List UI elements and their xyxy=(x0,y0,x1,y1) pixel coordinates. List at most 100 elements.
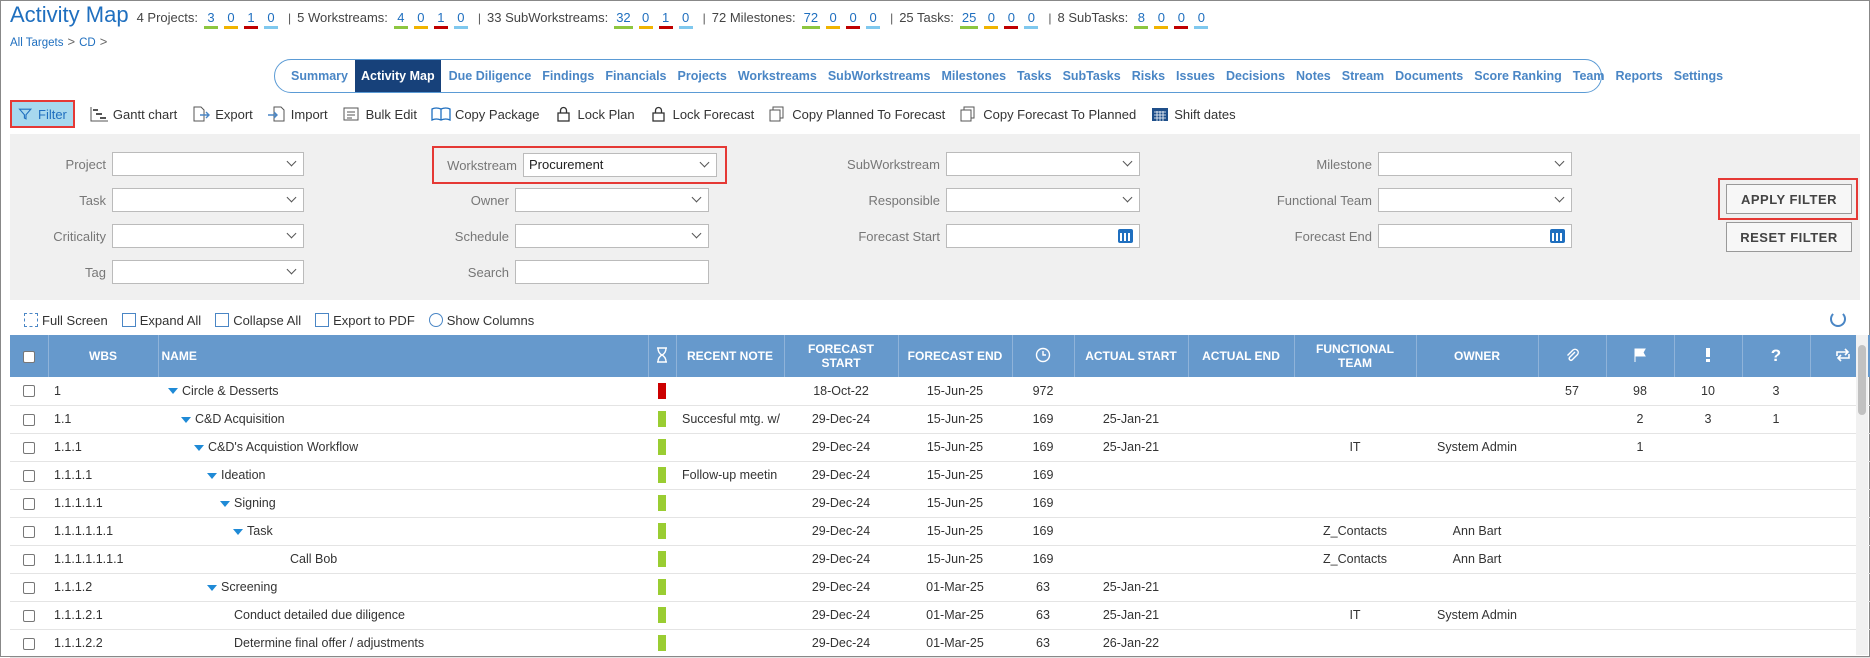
stat-count[interactable]: 0 xyxy=(826,10,841,29)
flags-count-cell[interactable]: 2 xyxy=(1606,405,1674,434)
subworkstream-select[interactable] xyxy=(946,152,1140,176)
col-actual-end[interactable]: ACTUAL END xyxy=(1188,335,1295,377)
stat-count[interactable]: 0 xyxy=(866,10,881,29)
table-row[interactable]: 1.1.1.1 Ideation Follow-up meetin 29-Dec-24… xyxy=(10,461,1870,490)
issues-count-cell[interactable]: 10 xyxy=(1674,377,1742,406)
name-cell[interactable]: Screening xyxy=(158,573,648,602)
criticality-select[interactable] xyxy=(112,224,304,248)
tab-stream[interactable]: Stream xyxy=(1342,69,1384,83)
flags-count-cell[interactable]: 1 xyxy=(1606,433,1674,462)
documents-count-cell[interactable] xyxy=(1538,517,1606,546)
refresh-icon[interactable] xyxy=(1830,311,1846,327)
tab-reports[interactable]: Reports xyxy=(1616,69,1663,83)
name-cell[interactable]: Ideation xyxy=(158,461,648,490)
apply-filter-button[interactable]: APPLY FILTER xyxy=(1726,184,1852,214)
stat-count[interactable]: 0 xyxy=(638,10,653,29)
table-row[interactable]: 1.1.1.2.1 Conduct detailed due diligence 2… xyxy=(10,601,1870,630)
tab-summary[interactable]: Summary xyxy=(291,69,348,83)
tab-tasks[interactable]: Tasks xyxy=(1017,69,1052,83)
stat-count[interactable]: 25 xyxy=(959,10,979,29)
col-forecast-start[interactable]: FORECAST START xyxy=(784,335,899,377)
table-row[interactable]: 1.1 C&D Acquisition Succesful mtg. w/29-De… xyxy=(10,405,1870,434)
flags-count-cell[interactable] xyxy=(1606,517,1674,546)
row-checkbox[interactable] xyxy=(23,469,35,482)
expand-caret-icon[interactable] xyxy=(181,416,191,423)
stat-count[interactable]: 0 xyxy=(846,10,861,29)
name-cell[interactable]: Conduct detailed due diligence xyxy=(158,601,648,630)
tab-workstreams[interactable]: Workstreams xyxy=(738,69,817,83)
questions-count-cell[interactable] xyxy=(1742,461,1810,490)
tab-findings[interactable]: Findings xyxy=(542,69,594,83)
copy-forecast-to-planned-button[interactable]: Copy Forecast To Planned xyxy=(959,106,1136,122)
stat-count[interactable]: 3 xyxy=(204,10,219,29)
project-select[interactable] xyxy=(112,152,304,176)
flags-count-cell[interactable] xyxy=(1606,601,1674,630)
documents-count-cell[interactable] xyxy=(1538,405,1606,434)
documents-count-cell[interactable] xyxy=(1538,545,1606,574)
search-input[interactable] xyxy=(515,260,709,284)
responsible-select[interactable] xyxy=(946,188,1140,212)
stat-count[interactable]: 1 xyxy=(244,10,259,29)
table-row[interactable]: 1.1.1.2 Screening 29-Dec-24 01-Mar-25 63 25-J… xyxy=(10,573,1870,602)
stat-count[interactable]: 0 xyxy=(1174,10,1189,29)
tab-settings[interactable]: Settings xyxy=(1674,69,1723,83)
documents-count-cell[interactable]: 57 xyxy=(1538,377,1606,406)
col-functional-team[interactable]: FUNCTIONAL TEAM xyxy=(1294,335,1417,377)
tab-projects[interactable]: Projects xyxy=(678,69,727,83)
tab-score-ranking[interactable]: Score Ranking xyxy=(1474,69,1562,83)
gantt-chart-button[interactable]: Gantt chart xyxy=(89,106,177,122)
row-checkbox[interactable] xyxy=(23,581,35,594)
col-documents[interactable] xyxy=(1538,335,1607,377)
tab-activity-map[interactable]: Activity Map xyxy=(354,60,441,92)
questions-count-cell[interactable] xyxy=(1742,629,1810,658)
schedule-select[interactable] xyxy=(515,224,709,248)
workstream-select[interactable]: Procurement xyxy=(523,153,717,177)
stat-count[interactable]: 4 xyxy=(393,10,408,29)
name-cell[interactable]: Determine final offer / adjustments xyxy=(158,629,648,658)
expand-caret-icon[interactable] xyxy=(168,388,178,395)
stat-count[interactable]: 0 xyxy=(678,10,693,29)
functional-team-select[interactable] xyxy=(1378,188,1572,212)
reset-filter-button[interactable]: RESET FILTER xyxy=(1726,222,1852,252)
expand-caret-icon[interactable] xyxy=(194,444,204,451)
tab-team[interactable]: Team xyxy=(1573,69,1605,83)
vertical-scrollbar[interactable] xyxy=(1856,335,1868,655)
breadcrumb-all-targets[interactable]: All Targets xyxy=(10,37,63,49)
table-row[interactable]: 1.1.1.1.1.1.1 Call Bob 29-Dec-24 15-Jun-25 1… xyxy=(10,545,1870,574)
issues-count-cell[interactable] xyxy=(1674,489,1742,518)
lock-forecast-button[interactable]: Lock Forecast xyxy=(649,106,754,122)
calendar-icon[interactable] xyxy=(1550,229,1565,243)
show-columns-button[interactable]: Show Columns xyxy=(428,313,534,328)
issues-count-cell[interactable]: 3 xyxy=(1674,405,1742,434)
questions-count-cell[interactable] xyxy=(1742,517,1810,546)
col-wbs[interactable]: WBS xyxy=(48,335,159,377)
tag-select[interactable] xyxy=(112,260,304,284)
tab-risks[interactable]: Risks xyxy=(1132,69,1165,83)
tab-notes[interactable]: Notes xyxy=(1296,69,1331,83)
copy-planned-to-forecast-button[interactable]: Copy Planned To Forecast xyxy=(768,106,945,122)
row-checkbox[interactable] xyxy=(23,413,35,426)
tab-due-diligence[interactable]: Due Diligence xyxy=(449,69,532,83)
stat-count[interactable]: 0 xyxy=(264,10,279,29)
import-button[interactable]: Import xyxy=(267,106,328,122)
breadcrumb-cd[interactable]: CD xyxy=(79,37,96,49)
forecast-end-date-input[interactable] xyxy=(1378,224,1572,248)
issues-count-cell[interactable] xyxy=(1674,545,1742,574)
issues-count-cell[interactable] xyxy=(1674,601,1742,630)
stat-count[interactable]: 0 xyxy=(413,10,428,29)
col-owner[interactable]: OWNER xyxy=(1416,335,1539,377)
col-issues[interactable] xyxy=(1674,335,1743,377)
expand-caret-icon[interactable] xyxy=(220,500,230,507)
row-checkbox[interactable] xyxy=(23,637,35,650)
flags-count-cell[interactable] xyxy=(1606,489,1674,518)
export-button[interactable]: Export xyxy=(191,106,253,122)
stat-count[interactable]: 0 xyxy=(1154,10,1169,29)
row-checkbox[interactable] xyxy=(23,553,35,566)
tab-subworkstreams[interactable]: SubWorkstreams xyxy=(828,69,931,83)
flags-count-cell[interactable] xyxy=(1606,545,1674,574)
milestone-select[interactable] xyxy=(1378,152,1572,176)
task-select[interactable] xyxy=(112,188,304,212)
bulk-edit-button[interactable]: Bulk Edit xyxy=(342,106,417,122)
flags-count-cell[interactable] xyxy=(1606,629,1674,658)
forecast-start-date-input[interactable] xyxy=(946,224,1140,248)
